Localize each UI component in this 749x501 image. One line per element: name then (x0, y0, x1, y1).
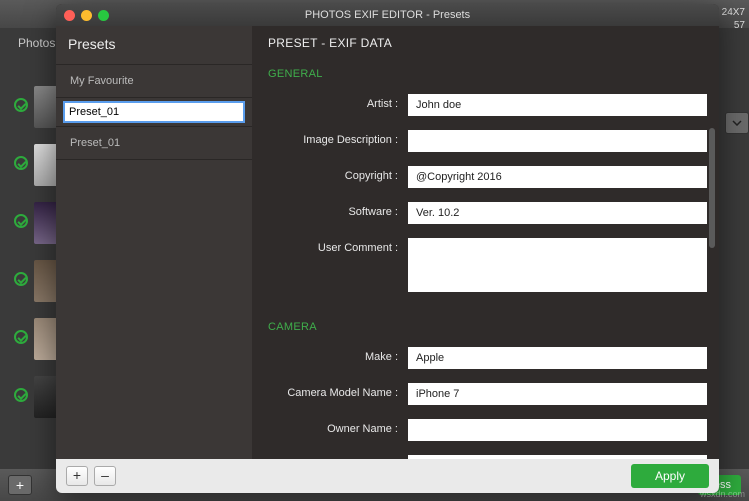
make-input[interactable] (408, 347, 707, 369)
serial-number-input[interactable] (408, 455, 707, 459)
image-description-input[interactable] (408, 130, 707, 152)
copyright-input[interactable] (408, 166, 707, 188)
check-icon (14, 98, 28, 112)
preset-form-panel: PRESET - EXIF DATA GENERAL Artist : Imag… (252, 26, 719, 459)
remove-preset-button[interactable]: – (94, 466, 116, 486)
chevron-down-icon (732, 120, 742, 126)
preset-item-favourite[interactable]: My Favourite (56, 64, 252, 98)
preset-item-editing[interactable] (56, 98, 252, 127)
scrollbar-thumb[interactable] (709, 128, 715, 248)
owner-name-label: Owner Name : (268, 419, 408, 435)
artist-label: Artist : (268, 94, 408, 110)
modal-titlebar[interactable]: PHOTOS EXIF EDITOR - Presets (56, 4, 719, 26)
check-icon (14, 214, 28, 228)
software-input[interactable] (408, 202, 707, 224)
check-icon (14, 156, 28, 170)
form-header: PRESET - EXIF DATA (252, 26, 719, 58)
sidebar-header: Presets (56, 26, 252, 64)
camera-model-input[interactable] (408, 383, 707, 405)
close-window-button[interactable] (64, 10, 75, 21)
owner-name-input[interactable] (408, 419, 707, 441)
user-comment-label: User Comment : (268, 238, 408, 254)
check-icon (14, 388, 28, 402)
modal-footer: + – Apply (56, 459, 719, 493)
software-label: Software : (268, 202, 408, 218)
check-icon (14, 272, 28, 286)
bg-dropdown-button[interactable] (725, 112, 749, 134)
minimize-window-button[interactable] (81, 10, 92, 21)
bg-photos-label: Photos (18, 36, 55, 50)
watermark: wsxdn.com (700, 489, 745, 499)
copyright-label: Copyright : (268, 166, 408, 182)
zoom-window-button[interactable] (98, 10, 109, 21)
image-description-label: Image Description : (268, 130, 408, 146)
apply-button[interactable]: Apply (631, 464, 709, 488)
preset-name-input[interactable] (64, 102, 244, 122)
section-camera-label: CAMERA (268, 311, 707, 347)
section-general-label: GENERAL (268, 58, 707, 94)
artist-input[interactable] (408, 94, 707, 116)
check-icon (14, 330, 28, 344)
presets-modal: PHOTOS EXIF EDITOR - Presets Presets My … (56, 4, 719, 493)
user-comment-input[interactable] (408, 238, 707, 292)
serial-number-label: Serial Number : (268, 455, 408, 459)
bg-add-button[interactable]: + (8, 475, 32, 495)
make-label: Make : (268, 347, 408, 363)
camera-model-label: Camera Model Name : (268, 383, 408, 399)
preset-item-01[interactable]: Preset_01 (56, 127, 252, 160)
modal-title: PHOTOS EXIF EDITOR - Presets (56, 9, 719, 21)
add-preset-button[interactable]: + (66, 466, 88, 486)
form-scroll-area[interactable]: GENERAL Artist : Image Description : Cop… (252, 58, 719, 459)
bg-thumbnail-column (12, 76, 56, 461)
presets-sidebar: Presets My Favourite Preset_01 (56, 26, 252, 459)
